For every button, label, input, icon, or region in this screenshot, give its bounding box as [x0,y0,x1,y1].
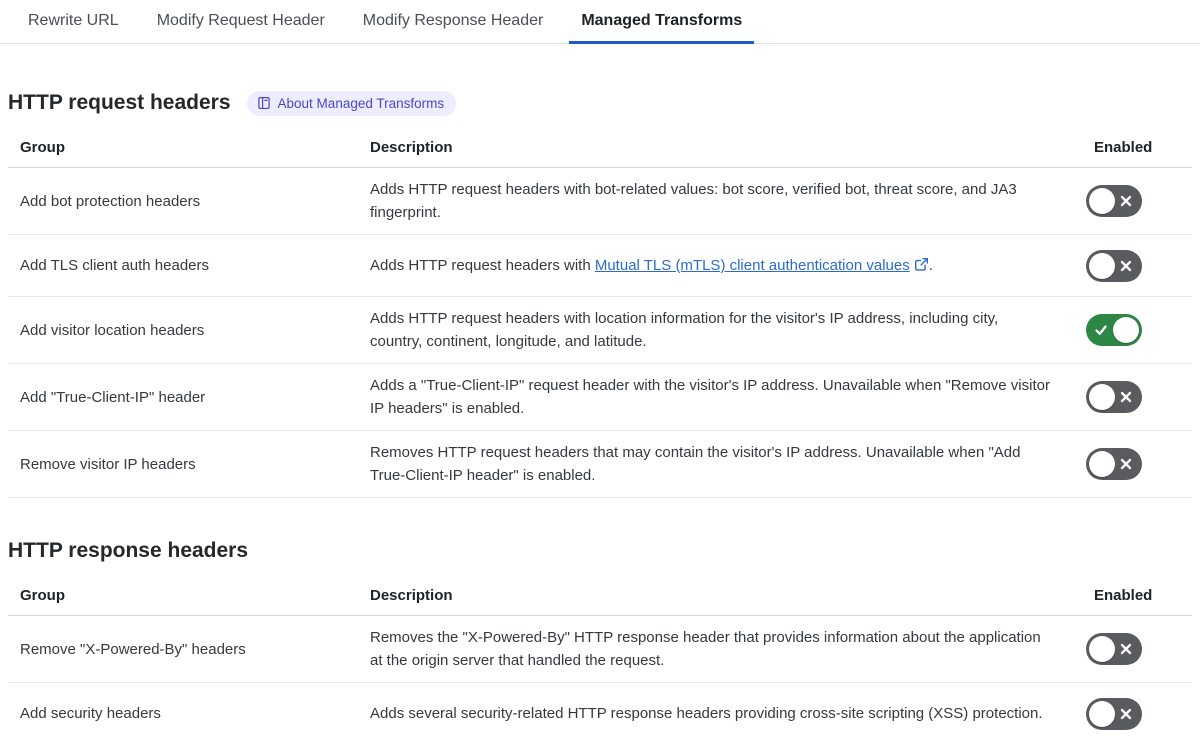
column-header-enabled: Enabled [1094,139,1153,156]
description-cell: Adds HTTP request headers with Mutual TL… [370,257,933,274]
table-header-row: Group Description Enabled [8,128,1192,168]
request-headers-section-head: HTTP request headers About Managed Trans… [8,90,1192,116]
table-row: Remove visitor IP headers Removes HTTP r… [8,431,1192,498]
toggle-off-x-icon [1120,260,1132,271]
enabled-toggle[interactable] [1086,314,1142,346]
group-cell: Add visitor location headers [20,321,205,339]
enabled-toggle[interactable] [1086,633,1142,665]
toggle-off-x-icon [1120,391,1132,403]
tab-managed-transforms[interactable]: Managed Transforms [569,0,755,44]
column-header-group: Group [20,587,65,604]
group-cell: Remove "X-Powered-By" headers [20,640,246,658]
description-cell: Removes HTTP request headers that may co… [370,444,1021,484]
group-cell: Add security headers [20,705,161,722]
enabled-toggle[interactable] [1086,185,1142,217]
request-headers-title: HTTP request headers [8,91,231,114]
table-row: Add "True-Client-IP" header Adds a "True… [8,364,1192,431]
description-cell: Removes the "X-Powered-By" HTTP response… [370,629,1041,669]
response-headers-title: HTTP response headers [8,539,249,562]
toggle-on-check-icon [1095,325,1107,335]
enabled-toggle[interactable] [1086,381,1142,413]
table-row: Add TLS client auth headers Adds HTTP re… [8,235,1192,297]
response-headers-table: Group Description Enabled Remove "X-Powe… [8,576,1192,742]
table-row: Add visitor location headers Adds HTTP r… [8,297,1192,364]
toggle-knob [1089,188,1115,214]
toggle-knob [1113,317,1139,343]
description-cell: Adds HTTP request headers with bot-relat… [370,181,1017,221]
book-icon [257,96,270,110]
group-cell: Add TLS client auth headers [20,257,210,274]
toggle-off-x-icon [1120,643,1132,655]
table-header-row: Group Description Enabled [8,576,1192,616]
about-managed-transforms-badge[interactable]: About Managed Transforms [246,90,457,116]
badge-label: About Managed Transforms [277,95,445,111]
enabled-toggle[interactable] [1086,249,1142,282]
toggle-off-x-icon [1120,195,1132,207]
description-cell: Adds several security-related HTTP respo… [370,705,1043,722]
column-header-description: Description [370,587,453,604]
table-row: Remove "X-Powered-By" headers Removes th… [8,616,1192,683]
toggle-off-x-icon [1120,458,1132,470]
table-row: Add security headers Adds several securi… [8,683,1192,742]
group-cell: Remove visitor IP headers [20,455,196,473]
toggle-knob [1089,636,1115,662]
tab-rewrite-url[interactable]: Rewrite URL [16,0,131,43]
toggle-knob [1089,451,1115,477]
external-link-icon [914,257,928,271]
enabled-toggle[interactable] [1086,448,1142,480]
table-row: Add bot protection headers Adds HTTP req… [8,168,1192,235]
enabled-toggle[interactable] [1086,697,1142,730]
tab-modify-response-header[interactable]: Modify Response Header [351,0,556,43]
column-header-group: Group [20,139,65,156]
mtls-values-link[interactable]: Mutual TLS (mTLS) client authentication … [595,257,910,274]
response-headers-section-head: HTTP response headers [8,538,1192,564]
tab-bar: Rewrite URL Modify Request Header Modify… [0,0,1200,44]
tab-modify-request-header[interactable]: Modify Request Header [145,0,337,43]
toggle-knob [1089,252,1115,279]
group-cell: Add "True-Client-IP" header [20,388,206,406]
column-header-enabled: Enabled [1094,587,1153,604]
description-cell: Adds HTTP request headers with location … [370,310,999,350]
group-cell: Add bot protection headers [20,192,201,210]
column-header-description: Description [370,139,453,156]
toggle-off-x-icon [1120,708,1132,719]
toggle-knob [1089,384,1115,410]
description-cell: Adds a "True-Client-IP" request header w… [370,377,1050,417]
request-headers-table: Group Description Enabled Add bot protec… [8,128,1192,498]
toggle-knob [1089,700,1115,727]
